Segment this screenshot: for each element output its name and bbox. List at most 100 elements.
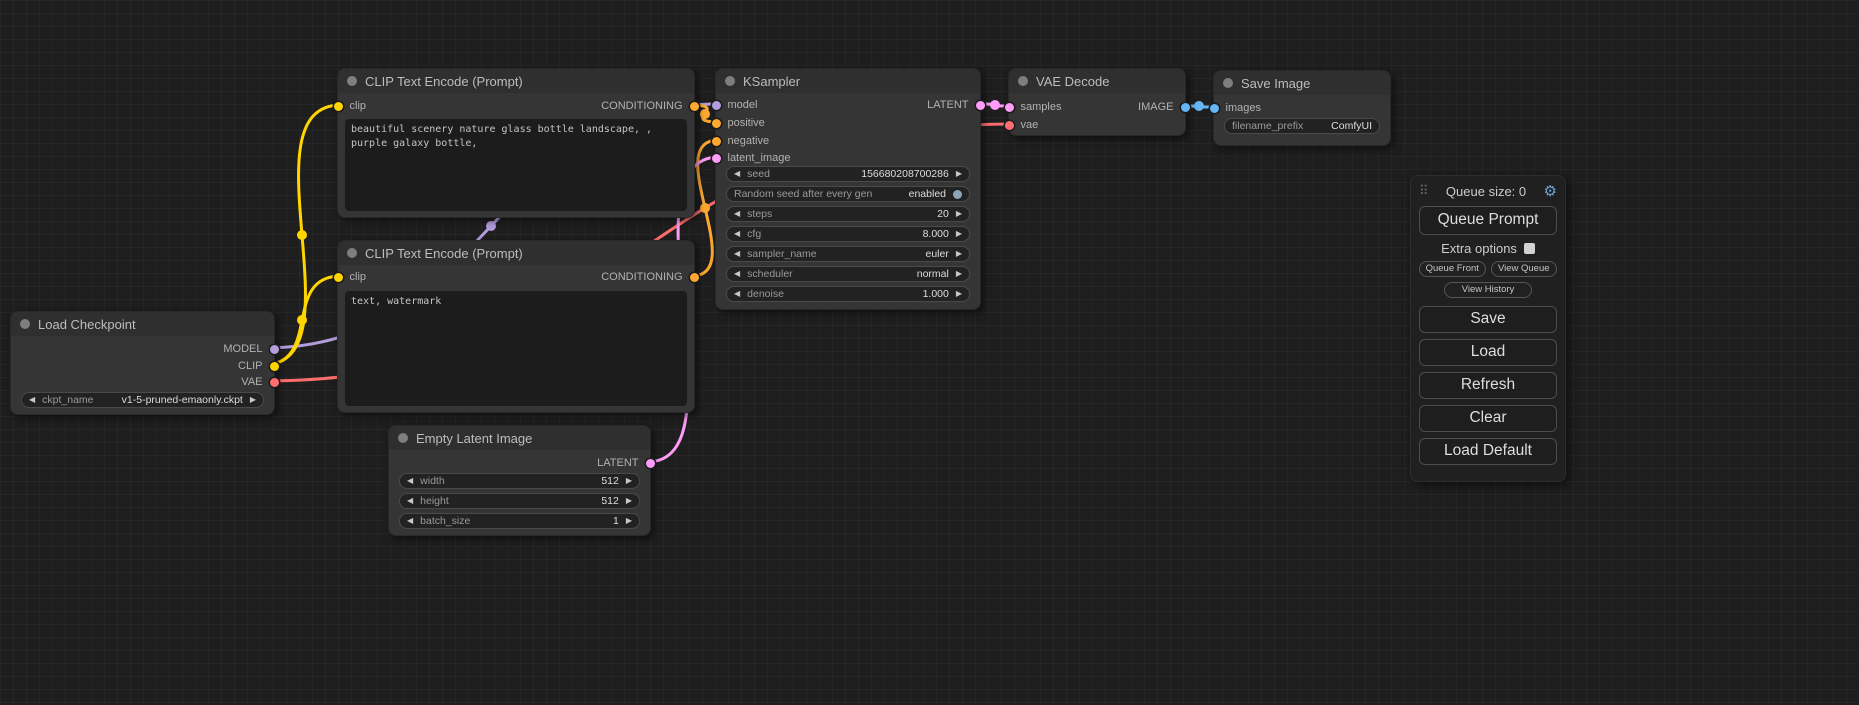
- output-slot-latent[interactable]: LATENT: [597, 455, 650, 471]
- decrement-arrow-icon[interactable]: ◀: [29, 396, 35, 404]
- collapse-dot[interactable]: [20, 319, 30, 329]
- collapse-dot[interactable]: [1018, 76, 1028, 86]
- negative-input-dot[interactable]: [712, 137, 721, 146]
- decrement-arrow-icon[interactable]: ◀: [407, 497, 413, 505]
- node-title-bar[interactable]: CLIP Text Encode (Prompt): [338, 241, 694, 265]
- decrement-arrow-icon[interactable]: ◀: [734, 250, 740, 258]
- clip-output-dot[interactable]: [270, 362, 279, 371]
- node-title-bar[interactable]: CLIP Text Encode (Prompt): [338, 69, 694, 93]
- input-slot-latent-image[interactable]: latent_image: [716, 150, 791, 166]
- vae-output-dot[interactable]: [270, 378, 279, 387]
- decrement-arrow-icon[interactable]: ◀: [734, 210, 740, 218]
- input-slot-clip[interactable]: clip: [338, 98, 366, 114]
- scheduler-widget[interactable]: ◀ scheduler normal ▶: [726, 266, 970, 282]
- increment-arrow-icon[interactable]: ▶: [250, 396, 256, 404]
- width-widget[interactable]: ◀ width 512 ▶: [399, 473, 640, 489]
- input-slot-positive[interactable]: positive: [716, 115, 765, 131]
- output-slot-vae[interactable]: VAE: [241, 374, 274, 390]
- increment-arrow-icon[interactable]: ▶: [956, 170, 962, 178]
- output-slot-latent[interactable]: LATENT: [927, 97, 980, 113]
- height-widget[interactable]: ◀ height 512 ▶: [399, 493, 640, 509]
- positive-input-dot[interactable]: [712, 119, 721, 128]
- view-history-button[interactable]: View History: [1444, 282, 1532, 298]
- collapse-dot[interactable]: [1223, 78, 1233, 88]
- decrement-arrow-icon[interactable]: ◀: [734, 270, 740, 278]
- seed-widget[interactable]: ◀ seed 156680208700286 ▶: [726, 166, 970, 182]
- cfg-widget[interactable]: ◀ cfg 8.000 ▶: [726, 226, 970, 242]
- collapse-dot[interactable]: [725, 76, 735, 86]
- node-title-bar[interactable]: VAE Decode: [1009, 69, 1185, 93]
- load-default-button[interactable]: Load Default: [1419, 438, 1557, 465]
- output-slot-conditioning[interactable]: CONDITIONING: [601, 98, 694, 114]
- graph-canvas[interactable]: { "colors": { "model": "#B39DDB", "clip"…: [0, 0, 1859, 705]
- increment-arrow-icon[interactable]: ▶: [956, 270, 962, 278]
- increment-arrow-icon[interactable]: ▶: [956, 210, 962, 218]
- filename-prefix-widget[interactable]: filename_prefix ComfyUI: [1224, 118, 1380, 134]
- queue-front-button[interactable]: Queue Front: [1419, 261, 1486, 277]
- collapse-dot[interactable]: [398, 433, 408, 443]
- decrement-arrow-icon[interactable]: ◀: [734, 230, 740, 238]
- node-title-bar[interactable]: Save Image: [1214, 71, 1390, 95]
- latent-image-input-dot[interactable]: [712, 154, 721, 163]
- increment-arrow-icon[interactable]: ▶: [956, 290, 962, 298]
- output-slot-model[interactable]: MODEL: [223, 341, 274, 357]
- clip-input-dot[interactable]: [334, 273, 343, 282]
- images-input-dot[interactable]: [1210, 104, 1219, 113]
- node-title-bar[interactable]: KSampler: [716, 69, 980, 93]
- load-button[interactable]: Load: [1419, 339, 1557, 366]
- input-slot-samples[interactable]: samples: [1009, 99, 1061, 115]
- ckpt-name-widget[interactable]: ◀ ckpt_name v1-5-pruned-emaonly.ckpt ▶: [21, 392, 264, 408]
- latent-output-dot[interactable]: [646, 459, 655, 468]
- queue-prompt-button[interactable]: Queue Prompt: [1419, 206, 1557, 235]
- clear-button[interactable]: Clear: [1419, 405, 1557, 432]
- conditioning-output-dot[interactable]: [690, 102, 699, 111]
- node-ksampler[interactable]: KSampler model positive negative latent_…: [715, 68, 981, 310]
- view-queue-button[interactable]: View Queue: [1491, 261, 1558, 277]
- sampler-name-widget[interactable]: ◀ sampler_name euler ▶: [726, 246, 970, 262]
- increment-arrow-icon[interactable]: ▶: [626, 497, 632, 505]
- image-output-dot[interactable]: [1181, 103, 1190, 112]
- negative-prompt-textarea[interactable]: text, watermark: [345, 291, 687, 406]
- increment-arrow-icon[interactable]: ▶: [626, 477, 632, 485]
- model-output-dot[interactable]: [270, 345, 279, 354]
- output-slot-conditioning[interactable]: CONDITIONING: [601, 269, 694, 285]
- increment-arrow-icon[interactable]: ▶: [956, 250, 962, 258]
- node-title-bar[interactable]: Load Checkpoint: [11, 312, 274, 336]
- clip-input-dot[interactable]: [334, 102, 343, 111]
- batch-size-widget[interactable]: ◀ batch_size 1 ▶: [399, 513, 640, 529]
- increment-arrow-icon[interactable]: ▶: [626, 517, 632, 525]
- drag-handle-icon[interactable]: ⠿: [1419, 183, 1429, 199]
- toggle-indicator-dot[interactable]: [953, 190, 962, 199]
- node-title-bar[interactable]: Empty Latent Image: [389, 426, 650, 450]
- save-button[interactable]: Save: [1419, 306, 1557, 333]
- random-seed-toggle-widget[interactable]: Random seed after every gen enabled: [726, 186, 970, 202]
- decrement-arrow-icon[interactable]: ◀: [734, 290, 740, 298]
- collapse-dot[interactable]: [347, 248, 357, 258]
- input-slot-model[interactable]: model: [716, 97, 757, 113]
- extra-options-checkbox[interactable]: [1524, 243, 1535, 254]
- input-slot-clip[interactable]: clip: [338, 269, 366, 285]
- node-save-image[interactable]: Save Image images filename_prefix ComfyU…: [1213, 70, 1391, 146]
- samples-input-dot[interactable]: [1005, 103, 1014, 112]
- node-clip-text-encode-positive[interactable]: CLIP Text Encode (Prompt) clip CONDITION…: [337, 68, 695, 218]
- refresh-button[interactable]: Refresh: [1419, 372, 1557, 399]
- input-slot-images[interactable]: images: [1214, 100, 1261, 116]
- input-slot-vae[interactable]: vae: [1009, 117, 1038, 133]
- settings-gear-icon[interactable]: ⚙: [1544, 182, 1557, 200]
- node-empty-latent-image[interactable]: Empty Latent Image LATENT ◀ width 512 ▶ …: [388, 425, 651, 536]
- input-slot-negative[interactable]: negative: [716, 133, 769, 149]
- node-clip-text-encode-negative[interactable]: CLIP Text Encode (Prompt) clip CONDITION…: [337, 240, 695, 413]
- increment-arrow-icon[interactable]: ▶: [956, 230, 962, 238]
- output-slot-clip[interactable]: CLIP: [238, 358, 274, 374]
- decrement-arrow-icon[interactable]: ◀: [734, 170, 740, 178]
- steps-widget[interactable]: ◀ steps 20 ▶: [726, 206, 970, 222]
- node-load-checkpoint[interactable]: Load Checkpoint MODEL CLIP VAE ◀ ckpt_na…: [10, 311, 275, 415]
- vae-input-dot[interactable]: [1005, 121, 1014, 130]
- decrement-arrow-icon[interactable]: ◀: [407, 477, 413, 485]
- model-input-dot[interactable]: [712, 101, 721, 110]
- conditioning-output-dot[interactable]: [690, 273, 699, 282]
- node-vae-decode[interactable]: VAE Decode samples vae IMAGE: [1008, 68, 1186, 136]
- output-slot-image[interactable]: IMAGE: [1138, 99, 1185, 115]
- denoise-widget[interactable]: ◀ denoise 1.000 ▶: [726, 286, 970, 302]
- decrement-arrow-icon[interactable]: ◀: [407, 517, 413, 525]
